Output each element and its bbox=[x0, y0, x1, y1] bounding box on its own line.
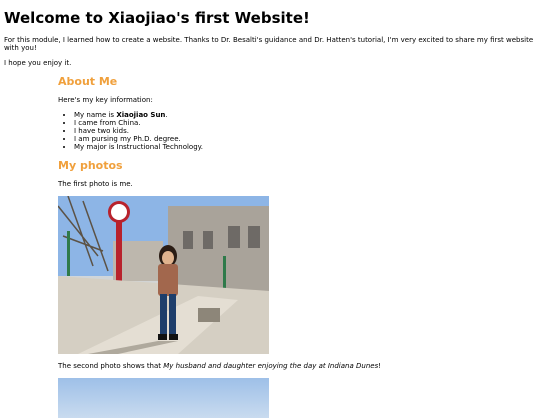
person-boot bbox=[158, 334, 167, 340]
person-leg bbox=[160, 294, 167, 334]
window bbox=[183, 231, 193, 249]
page-content: Welcome to Xiaojiao's first Website! For… bbox=[0, 9, 540, 418]
first-photo bbox=[58, 196, 269, 354]
bench bbox=[198, 308, 220, 322]
about-lead: Here's my key information: bbox=[58, 96, 153, 104]
clock-face bbox=[111, 204, 127, 220]
building bbox=[168, 206, 269, 296]
first-photo-caption: The first photo is me. bbox=[58, 180, 133, 188]
caption-suffix: ! bbox=[378, 362, 382, 370]
name-bold: Xiaojiao Sun bbox=[116, 111, 166, 119]
about-heading: About Me bbox=[58, 75, 118, 88]
intro-paragraph: For this module, I learned how to create… bbox=[4, 36, 534, 52]
name-suffix: . bbox=[165, 111, 168, 119]
window bbox=[203, 231, 213, 249]
list-item: My major is Instructional Technology. bbox=[74, 143, 536, 151]
list-item: I came from China. bbox=[74, 119, 536, 127]
window bbox=[248, 226, 260, 248]
key-info-list: My name is Xiaojiao Sun. I came from Chi… bbox=[58, 111, 536, 151]
list-item-name: My name is Xiaojiao Sun. bbox=[74, 111, 536, 119]
window bbox=[228, 226, 240, 248]
caption-prefix: The second photo shows that bbox=[58, 362, 164, 370]
person-jacket bbox=[158, 264, 178, 296]
enjoy-text: I hope you enjoy it. bbox=[4, 59, 72, 67]
clock-post bbox=[116, 218, 122, 286]
person-boot bbox=[169, 334, 178, 340]
list-item: I have two kids. bbox=[74, 127, 536, 135]
first-photo-illustration bbox=[58, 196, 269, 354]
main-section: About Me Here's my key information: My n… bbox=[58, 75, 536, 418]
lamp-post bbox=[67, 231, 70, 276]
list-item: I am pursing my Ph.D. degree. bbox=[74, 135, 536, 143]
person-face bbox=[162, 251, 174, 265]
caption-italic: My husband and daughter enjoying the day… bbox=[163, 362, 379, 370]
name-prefix: My name is bbox=[74, 111, 117, 119]
page-title: Welcome to Xiaojiao's first Website! bbox=[4, 9, 310, 27]
photos-heading: My photos bbox=[58, 159, 123, 172]
second-photo-caption: The second photo shows that My husband a… bbox=[58, 362, 536, 370]
second-photo bbox=[58, 378, 269, 418]
person-leg bbox=[169, 294, 176, 334]
